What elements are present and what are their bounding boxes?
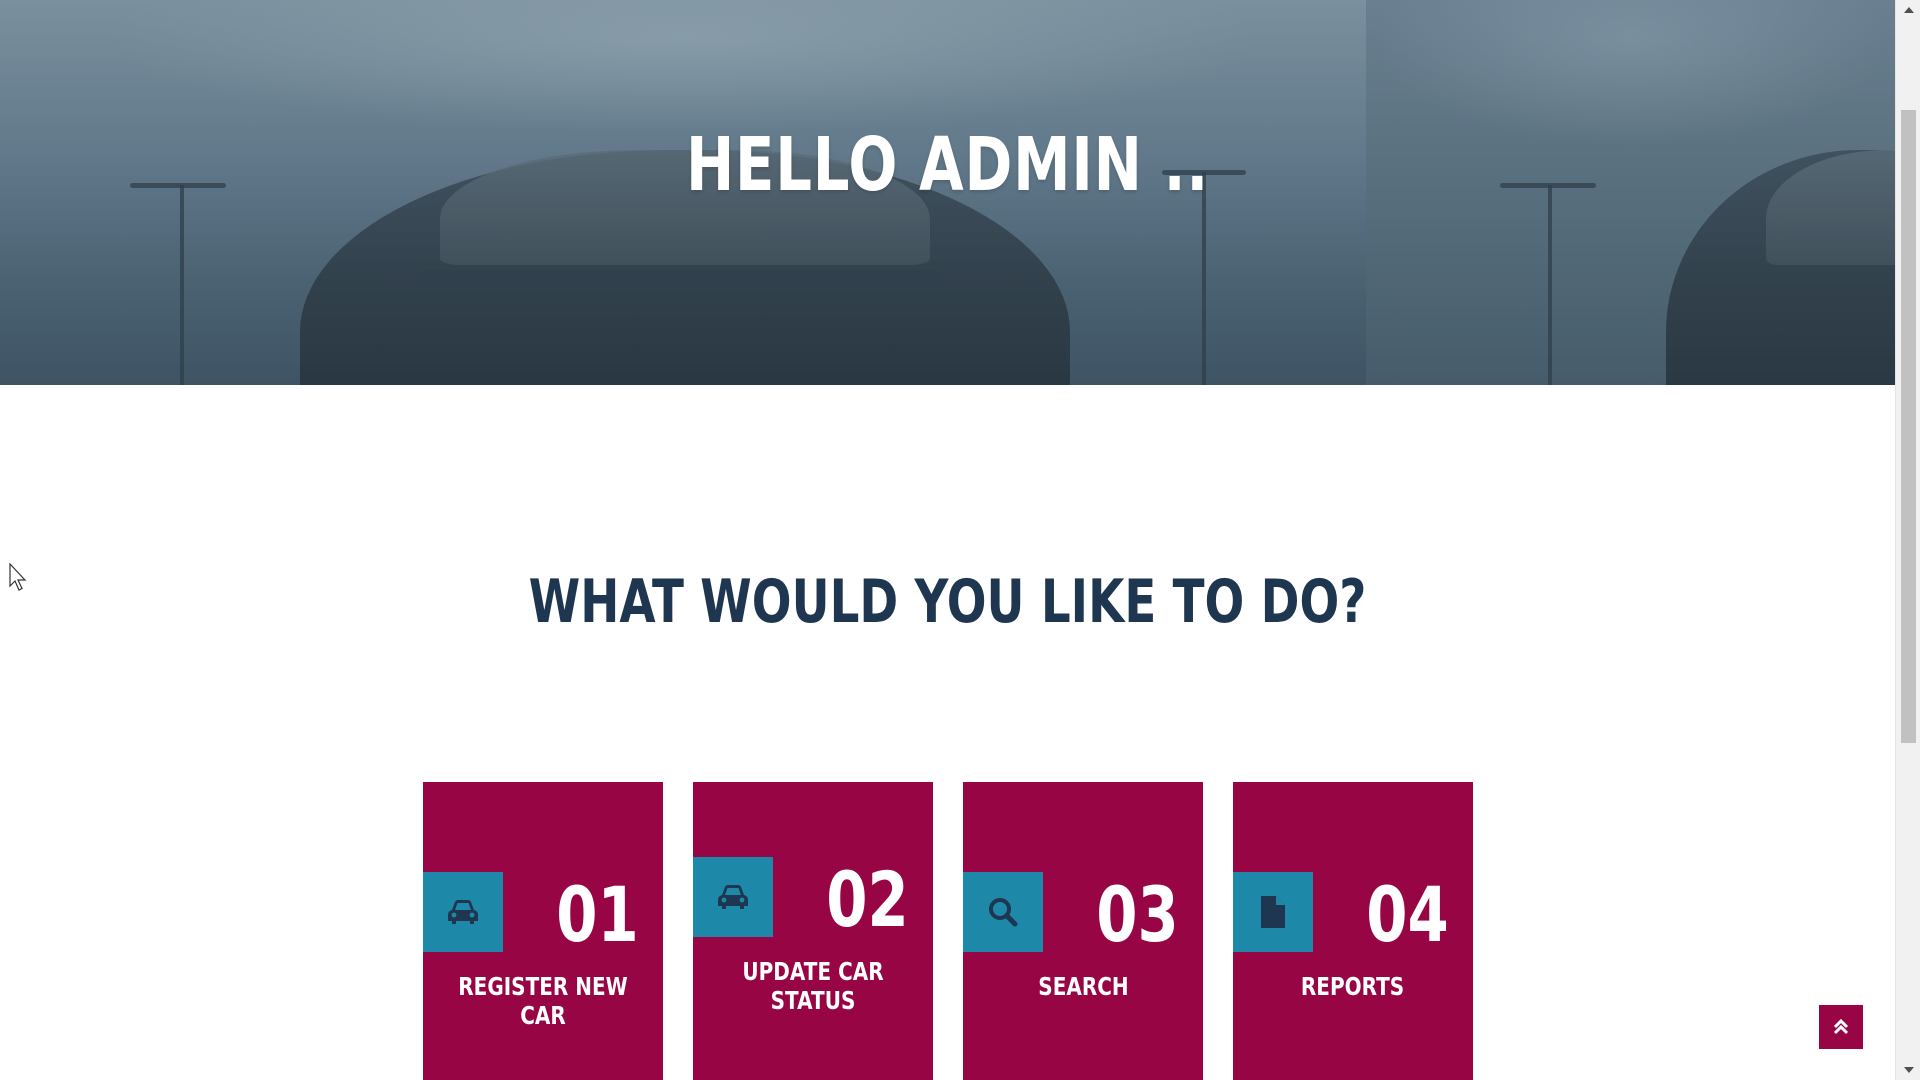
card-label: REGISTER NEW CAR [458,972,628,1030]
scrollbar-thumb[interactable] [1901,110,1916,743]
card-label: REPORTS [1301,972,1405,1001]
card-search[interactable]: 03 SEARCH [963,782,1203,1080]
card-update-car-status[interactable]: 02 UPDATE CAR STATUS [693,782,933,1080]
card-number: 03 [1096,870,1179,959]
mouse-cursor-icon [9,563,27,591]
page: HELLO ADMIN .. WHAT WOULD YOU LIKE TO DO… [0,0,1895,1080]
file-icon [1233,872,1313,952]
car-icon [423,872,503,952]
vertical-scrollbar[interactable] [1895,0,1920,1080]
card-number: 02 [826,855,909,944]
card-label: SEARCH [1037,972,1129,1001]
car-icon [693,857,773,937]
card-register-new-car[interactable]: 01 REGISTER NEW CAR [423,782,663,1080]
double-chevron-up-icon [1833,1018,1849,1035]
card-number: 04 [1366,870,1449,959]
card-number: 01 [556,870,639,959]
hero-banner: HELLO ADMIN .. [0,0,1895,385]
scroll-down-arrow-icon[interactable] [1896,1060,1920,1080]
card-reports[interactable]: 04 REPORTS [1233,782,1473,1080]
scroll-up-arrow-icon[interactable] [1896,0,1920,20]
search-icon [963,872,1043,952]
back-to-top-button[interactable] [1819,1005,1863,1049]
section-heading: WHAT WOULD YOU LIKE TO DO? [528,567,1367,637]
card-label: UPDATE CAR STATUS [742,957,884,1015]
hero-title: HELLO ADMIN .. [685,122,1210,208]
